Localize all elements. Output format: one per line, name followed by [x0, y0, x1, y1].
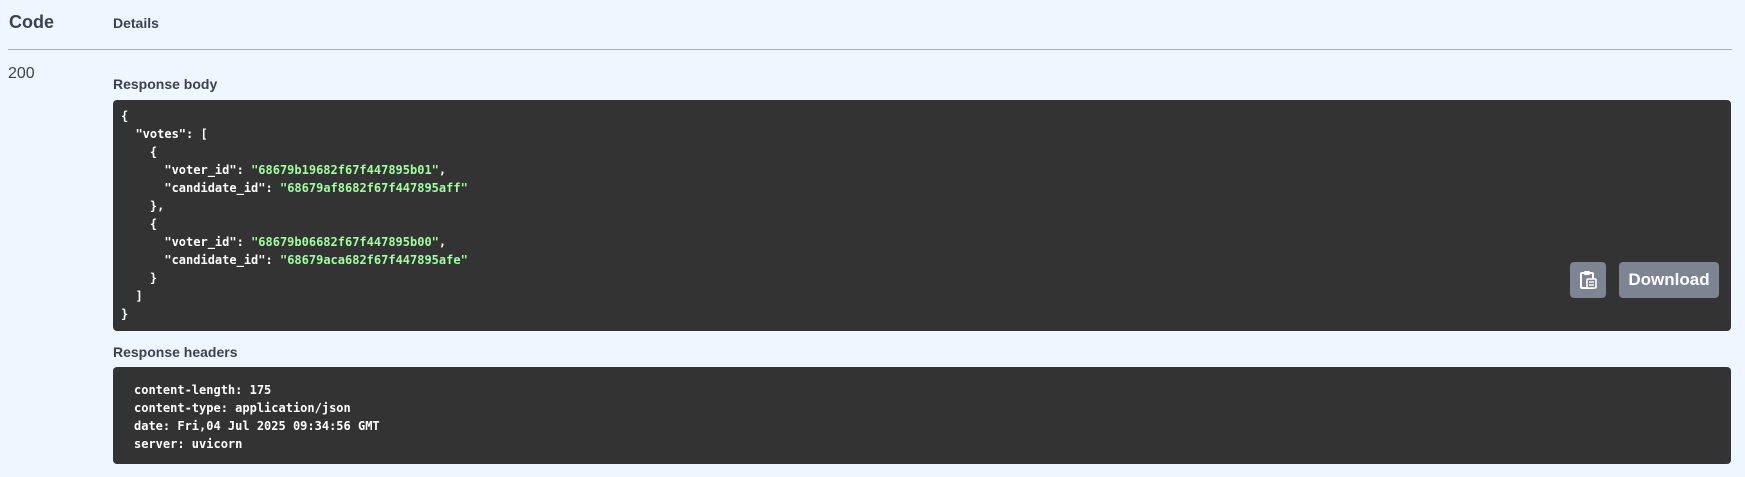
json-key: "voter_id" — [164, 235, 237, 249]
copy-to-clipboard-button[interactable] — [1570, 262, 1606, 298]
json-key: "candidate_id" — [164, 253, 266, 267]
json-sep: ] — [135, 289, 143, 303]
response-header-line: content-length: 175 — [134, 383, 272, 397]
json-sep: : — [265, 181, 280, 195]
json-key: "voter_id" — [164, 163, 237, 177]
response-body-line: "candidate_id": "68679af8682f67f447895af… — [121, 181, 468, 195]
response-body-line: { — [121, 145, 157, 159]
json-sep: { — [149, 217, 158, 231]
response-body-line: { — [121, 217, 157, 231]
response-headers-block: content-length: 175 content-type: applic… — [113, 367, 1731, 464]
clipboard-icon — [1580, 271, 1597, 289]
response-body-line: } — [121, 271, 157, 285]
response-header-line: content-type: application/json — [134, 401, 351, 415]
json-sep: : — [265, 253, 280, 267]
header-divider — [8, 49, 1732, 50]
response-body-line: "votes": [ — [121, 127, 208, 141]
response-headers-code: content-length: 175 content-type: applic… — [134, 381, 380, 453]
response-body-code: { "votes": [ { "voter_id": "68679b19682f… — [121, 107, 468, 323]
json-sep: { — [149, 145, 158, 159]
json-sep: } — [149, 271, 158, 285]
response-body-line: }, — [121, 199, 164, 213]
response-body-line: "candidate_id": "68679aca682f67f447895af… — [121, 253, 468, 267]
json-sep: : [ — [186, 127, 208, 141]
response-header-line: server: uvicorn — [134, 437, 243, 451]
json-key: "votes" — [135, 127, 187, 141]
column-header-code: Code — [9, 12, 54, 32]
response-body-line: } — [121, 307, 128, 321]
json-value: "68679af8682f67f447895aff" — [279, 181, 468, 195]
json-sep: { — [121, 109, 129, 123]
json-sep: : — [236, 235, 252, 249]
response-body-line: { — [121, 109, 128, 123]
response-headers-label: Response headers — [113, 344, 238, 360]
response-body-line: "voter_id": "68679b06682f67f447895b00", — [121, 235, 446, 249]
json-tail: , — [438, 163, 447, 177]
json-tail: , — [438, 235, 447, 249]
response-body-block[interactable]: { "votes": [ { "voter_id": "68679b19682f… — [113, 100, 1731, 331]
json-key: "candidate_id" — [164, 181, 266, 195]
response-header-line: date: Fri,04 Jul 2025 09:34:56 GMT — [134, 419, 380, 433]
json-value: "68679b19682f67f447895b01" — [251, 163, 439, 177]
response-body-label: Response body — [113, 76, 218, 92]
json-value: "68679aca682f67f447895afe" — [279, 253, 468, 267]
download-button[interactable]: Download — [1619, 262, 1719, 298]
status-code: 200 — [8, 65, 35, 82]
response-body-line: "voter_id": "68679b19682f67f447895b01", — [121, 163, 446, 177]
json-sep: : — [236, 163, 252, 177]
json-sep: } — [121, 307, 129, 321]
response-body-line: ] — [121, 289, 143, 303]
json-value: "68679b06682f67f447895b00" — [251, 235, 439, 249]
column-header-details: Details — [113, 15, 159, 31]
json-sep: }, — [149, 199, 165, 213]
